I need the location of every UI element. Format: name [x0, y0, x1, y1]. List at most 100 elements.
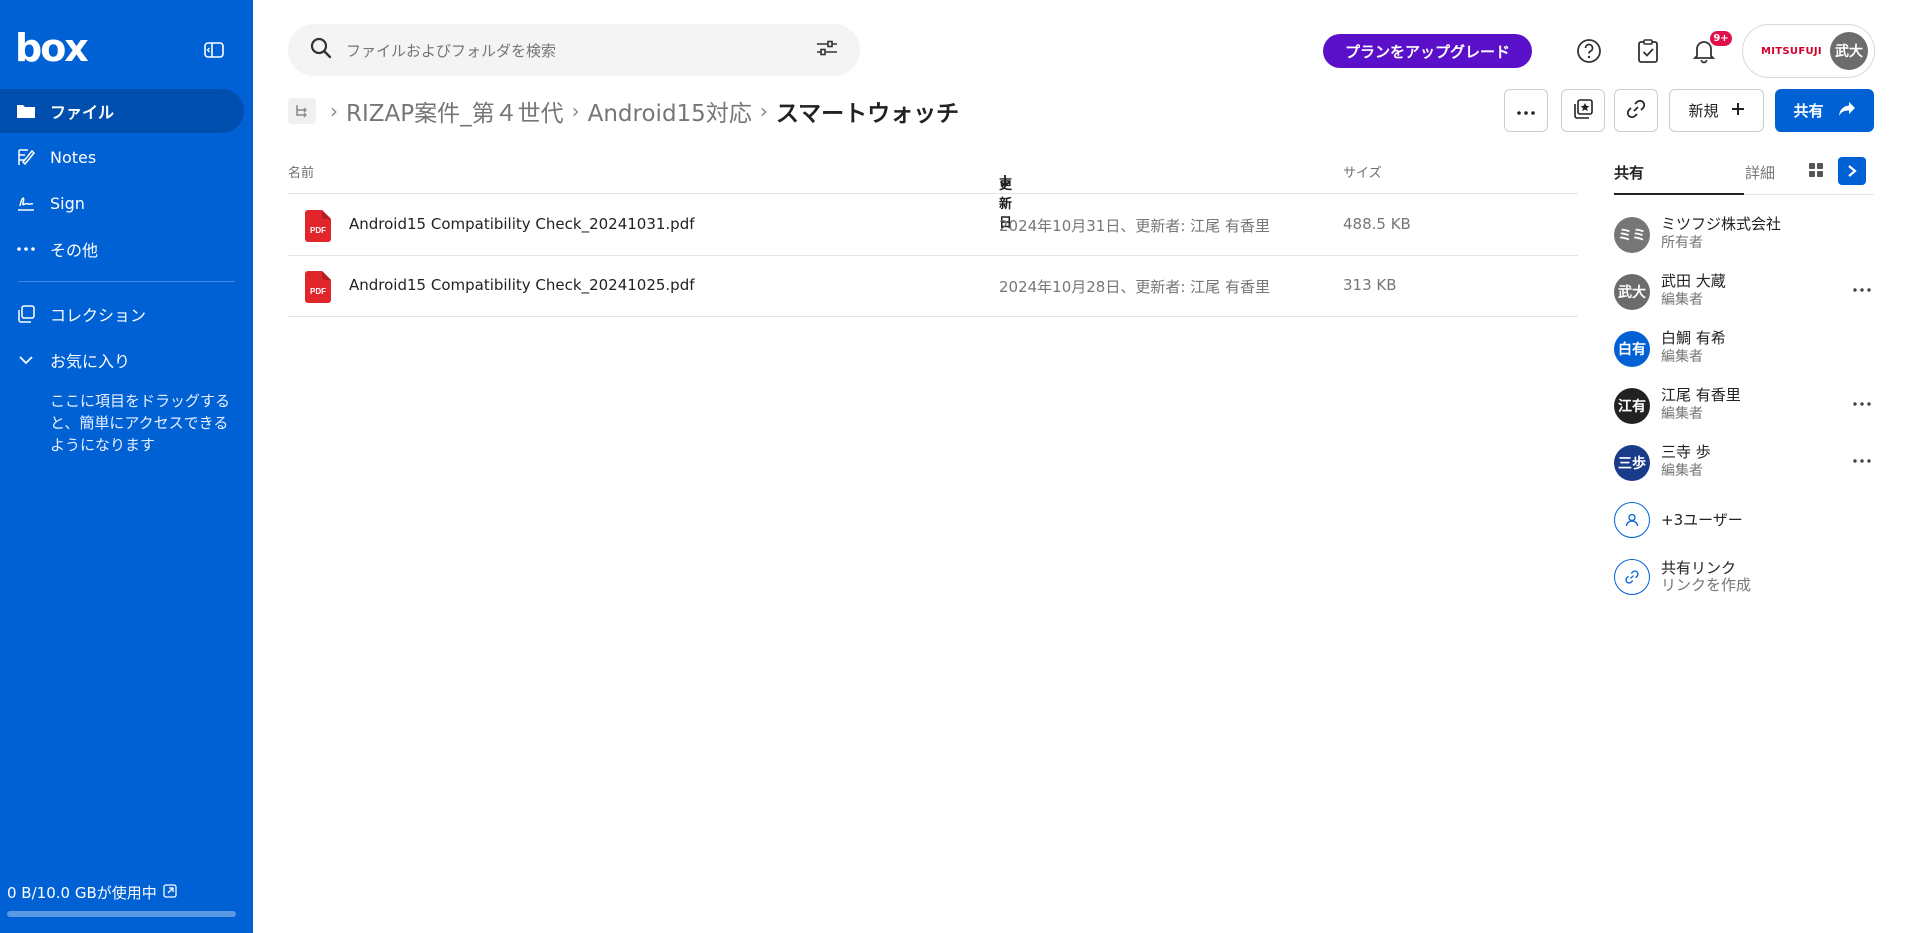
collaborator-role: 所有者	[1661, 235, 1703, 251]
user-icon	[1614, 502, 1650, 538]
file-updated: 2024年10月28日、更新者: 江尾 有香里	[999, 278, 1270, 296]
add-to-collection-button[interactable]	[1561, 89, 1605, 132]
file-size: 313 KB	[1343, 276, 1397, 294]
file-table-header: 名前 更新日 サイズ	[288, 150, 1866, 231]
new-button[interactable]: 新規	[1669, 89, 1764, 132]
company-logo: MITSUFUJI	[1761, 45, 1822, 57]
sidebar-item-sign[interactable]: Sign	[0, 181, 244, 225]
sidebar-item-label: コレクション	[50, 306, 147, 325]
sidebar-item-label: Notes	[50, 147, 97, 167]
external-link-icon	[163, 883, 177, 902]
pdf-file-icon: PDF	[305, 210, 331, 242]
link-icon	[1625, 98, 1647, 124]
link-icon	[1614, 559, 1650, 595]
table-row[interactable]: PDF Android15 Compatibility Check_202410…	[288, 256, 1578, 317]
notes-icon	[16, 147, 36, 167]
sidebar-item-files[interactable]: ファイル	[0, 89, 244, 133]
storage-bar	[7, 911, 236, 917]
breadcrumb-item[interactable]: Android15対応	[588, 94, 752, 128]
collections-icon	[16, 304, 36, 324]
page-title: スマートウォッチ	[775, 101, 960, 127]
plus-icon	[1731, 102, 1745, 120]
collaborator-item[interactable]: 武大 武田 大蔵 編集者	[1614, 268, 1874, 314]
sidebar-item-label: ファイル	[50, 103, 115, 122]
tab-sharing[interactable]: 共有	[1614, 162, 1644, 183]
column-size[interactable]: サイズ	[1343, 162, 1382, 181]
sidebar-collapse-icon[interactable]	[200, 38, 228, 62]
sidebar-item-more[interactable]: その他	[0, 227, 244, 271]
collection-star-icon	[1572, 98, 1594, 124]
search-icon	[310, 37, 332, 63]
chevron-right-icon: ›	[571, 99, 580, 123]
avatar: 三歩	[1614, 445, 1650, 481]
table-row[interactable]: PDF Android15 Compatibility Check_202410…	[288, 195, 1578, 256]
collaborator-role: 編集者	[1661, 463, 1703, 479]
storage-text: 0 B/10.0 GBが使用中	[7, 884, 157, 902]
search-input[interactable]: ファイルおよびフォルダを検索	[346, 40, 816, 61]
share-button[interactable]: 共有	[1775, 89, 1874, 132]
collaborator-item[interactable]: ミミ ミツフジ株式会社 所有者	[1614, 211, 1874, 257]
collaborator-item[interactable]: 白有 白鯛 有希 編集者	[1614, 325, 1874, 371]
folder-tree-icon[interactable]	[288, 98, 316, 124]
breadcrumb-item[interactable]: RIZAP案件_第４世代	[346, 94, 564, 128]
sidebar: box ファイル Notes Sign その他 コレクション お気に入り ここに…	[0, 0, 253, 933]
filter-sliders-icon[interactable]	[816, 39, 838, 61]
more-options-button[interactable]	[1504, 89, 1548, 132]
avatar: 江有	[1614, 388, 1650, 424]
search-bar[interactable]: ファイルおよびフォルダを検索	[288, 24, 860, 76]
pdf-file-icon: PDF	[305, 271, 331, 303]
breadcrumb: › RIZAP案件_第４世代 › Android15対応 › スマートウォッチ	[322, 93, 959, 129]
help-icon[interactable]	[1573, 35, 1605, 67]
copy-link-button[interactable]	[1614, 89, 1658, 132]
collaborator-item[interactable]: 三歩 三寺 歩 編集者	[1614, 439, 1874, 485]
svg-text:PDF: PDF	[310, 287, 326, 296]
sidebar-item-label: Sign	[50, 193, 85, 213]
storage-usage[interactable]: 0 B/10.0 GBが使用中	[7, 882, 177, 903]
collaborator-item[interactable]: 江有 江尾 有香里 編集者	[1614, 382, 1874, 428]
file-size: 488.5 KB	[1343, 215, 1411, 233]
more-users-item[interactable]: +3ユーザー	[1614, 496, 1874, 542]
collaborator-name: 三寺 歩	[1661, 443, 1711, 461]
collaborator-name: ミツフジ株式会社	[1661, 215, 1782, 233]
account-menu[interactable]: MITSUFUJI 武大	[1742, 24, 1875, 78]
chevron-right-icon: ›	[330, 99, 338, 123]
details-panel-tabs: 共有 詳細	[1614, 150, 1874, 195]
arrow-down-icon	[999, 174, 1011, 192]
chevron-right-icon: ›	[759, 99, 768, 123]
notification-badge: 9+	[1710, 31, 1732, 46]
shared-link-item[interactable]: 共有リンク リンクを作成	[1614, 553, 1874, 599]
box-logo[interactable]: box	[15, 28, 89, 68]
file-name[interactable]: Android15 Compatibility Check_20241031.p…	[349, 215, 695, 233]
sidebar-item-label: その他	[50, 241, 99, 260]
more-users-link[interactable]: +3ユーザー	[1661, 509, 1743, 530]
more-horizontal-icon[interactable]	[1850, 278, 1874, 302]
sidebar-item-label: お気に入り	[50, 352, 131, 371]
file-updated: 2024年10月31日、更新者: 江尾 有香里	[999, 217, 1270, 235]
avatar: 武大	[1614, 274, 1650, 310]
more-horizontal-icon	[16, 239, 36, 259]
avatar: 白有	[1614, 331, 1650, 367]
more-horizontal-icon	[1516, 102, 1536, 120]
collaborator-role: 編集者	[1661, 292, 1703, 308]
share-arrow-icon	[1838, 101, 1856, 121]
sidebar-item-notes[interactable]: Notes	[0, 135, 244, 179]
file-name[interactable]: Android15 Compatibility Check_20241025.p…	[349, 276, 695, 294]
more-horizontal-icon[interactable]	[1850, 449, 1874, 473]
more-horizontal-icon[interactable]	[1850, 392, 1874, 416]
column-name[interactable]: 名前	[288, 162, 314, 181]
collaborator-role: 編集者	[1661, 406, 1703, 422]
upgrade-plan-button[interactable]: プランをアップグレード	[1323, 34, 1532, 68]
tab-details[interactable]: 詳細	[1745, 162, 1775, 183]
sidebar-item-favorites[interactable]: お気に入り	[0, 338, 244, 382]
active-tab-indicator	[1614, 193, 1744, 195]
tasks-icon[interactable]	[1632, 35, 1664, 67]
share-button-label: 共有	[1793, 102, 1824, 120]
create-link-button[interactable]: リンクを作成	[1661, 574, 1751, 595]
sidebar-item-collections[interactable]: コレクション	[0, 292, 244, 336]
chevron-down-icon	[16, 350, 36, 370]
sidebar-divider	[18, 281, 235, 282]
avatar: ミミ	[1614, 217, 1650, 253]
collaborator-role: 編集者	[1661, 349, 1703, 365]
svg-text:PDF: PDF	[310, 226, 326, 235]
sidebar-nav: ファイル Notes Sign その他 コレクション お気に入り ここに項目をド…	[0, 89, 253, 456]
